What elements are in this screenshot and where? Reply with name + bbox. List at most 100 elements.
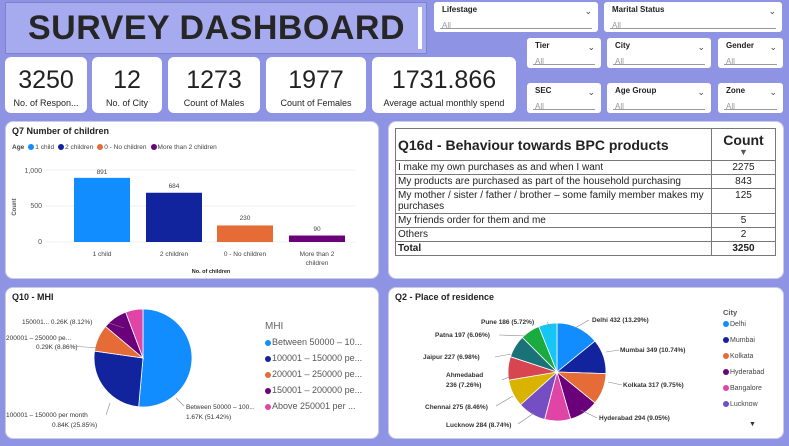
legend-dot-icon	[723, 369, 729, 376]
legend-item[interactable]: Bangalore	[723, 385, 762, 392]
x-tick-label: 0 - No children	[224, 251, 267, 258]
legend-item[interactable]: Between 50000 – 10...	[265, 337, 362, 347]
table-total-row: Total 3250	[395, 241, 776, 256]
kpi-card-monthly-spend: 1731.866 Average actual monthly spend	[372, 57, 516, 113]
kpi-value: 1977	[288, 66, 344, 94]
bar[interactable]	[289, 235, 345, 242]
chevron-down-icon[interactable]: ⌄	[587, 87, 595, 98]
table-row: My mother / sister / father / brother – …	[395, 188, 776, 214]
kpi-value: 3250	[18, 66, 74, 94]
slicer-underline	[724, 109, 777, 110]
slicer-underline	[724, 64, 777, 65]
slicer-label: City	[615, 41, 631, 50]
y-tick-label: 500	[30, 203, 42, 210]
legend-item[interactable]: Kolkata	[723, 353, 753, 360]
legend-dot-icon	[265, 355, 271, 362]
legend-dot-icon	[723, 321, 729, 328]
slicer-label: Marital Status	[612, 5, 665, 14]
legend-dot-icon	[265, 339, 271, 346]
table-row: My products are purchased as part of the…	[395, 174, 776, 189]
chevron-down-icon[interactable]: ⌄	[769, 42, 777, 53]
tier-slicer[interactable]: Tier ⌄ All	[527, 38, 601, 68]
legend-label: Hyderabad	[730, 369, 765, 376]
slicer-label: Lifestage	[442, 5, 478, 14]
legend-item[interactable]: 150001 – 200000 pe...	[265, 385, 362, 395]
legend-item[interactable]: Delhi	[723, 321, 746, 328]
pie-data-label: Ahmedabad	[446, 372, 483, 379]
pie-data-label: 200001 – 250000 pe...	[6, 335, 71, 342]
data-label: 90	[313, 226, 321, 233]
slicer-underline	[533, 64, 595, 65]
q2-residence-pie-card: Q2 - Place of residence Pune 186 (5.72%)…	[388, 287, 784, 439]
legend-item[interactable]: Above 250001 per ...	[265, 401, 356, 411]
table-row: I make my own purchases as and when I wa…	[395, 160, 776, 175]
count-column-header[interactable]: Count ▼	[711, 128, 776, 161]
q10-mhi-pie-card: Q10 - MHI 150001... 0.26K (8.12%) 200001…	[5, 287, 379, 439]
pie-data-label: 0.84K (25.85%)	[52, 422, 97, 429]
chevron-down-icon[interactable]: ⌄	[587, 42, 595, 53]
legend-item[interactable]: 200001 – 250000 pe...	[265, 369, 362, 379]
legend-item[interactable]: Lucknow	[723, 401, 758, 408]
chevron-down-icon[interactable]: ⌄	[697, 87, 705, 98]
q16d-table-card: Q16d - Behaviour towards BPC products Co…	[388, 121, 784, 279]
bar[interactable]	[74, 177, 130, 242]
gender-slicer[interactable]: Gender ⌄ All	[718, 38, 783, 68]
legend-item[interactable]: 100001 – 150000 pe...	[265, 353, 362, 363]
marital-status-slicer[interactable]: Marital Status ⌄ All	[604, 2, 782, 32]
pie-data-label: Between 50000 – 100...	[186, 404, 255, 411]
lifestage-slicer[interactable]: Lifestage ⌄ All	[434, 2, 598, 32]
kpi-caption: Count of Females	[280, 98, 352, 108]
slicer-label: Age Group	[615, 86, 657, 95]
zone-slicer[interactable]: Zone ⌄ All	[718, 83, 783, 113]
pie-data-label: Patna 197 (6.06%)	[435, 332, 490, 339]
x-tick-label: children	[306, 260, 329, 267]
pie-data-label: Mumbai 349 (10.74%)	[620, 347, 685, 354]
bar[interactable]	[146, 192, 202, 242]
table-cell: My mother / sister / father / brother – …	[395, 188, 712, 214]
table-cell: 2	[711, 227, 776, 242]
city-slicer[interactable]: City ⌄ All	[607, 38, 711, 68]
chevron-down-icon[interactable]: ⌄	[697, 42, 705, 53]
legend-label: Mumbai	[730, 337, 755, 344]
data-label: 891	[97, 169, 108, 176]
pie-data-label: 1.67K (51.42%)	[186, 414, 231, 421]
chevron-down-icon[interactable]: ⌄	[584, 6, 592, 17]
legend-item[interactable]: Hyderabad	[723, 369, 764, 376]
chevron-down-icon[interactable]: ⌄	[768, 6, 776, 17]
slicer-label: Gender	[726, 41, 755, 50]
legend-label: Delhi	[730, 321, 746, 328]
kpi-card-males: 1273 Count of Males	[168, 57, 260, 113]
legend-title: City	[723, 308, 738, 317]
pie-slice[interactable]	[138, 308, 193, 408]
q7-bar-chart: 1,000 500 0 Count 1 child 2 children 0 -…	[12, 168, 356, 275]
slicer-label: Zone	[726, 86, 746, 95]
legend-scroll-down-icon[interactable]: ▼	[749, 421, 756, 428]
table-row: My friends order for them and me 5	[395, 213, 776, 228]
dashboard-title-box: SURVEY DASHBOARD	[5, 2, 427, 54]
y-axis-label: Count	[12, 198, 18, 215]
sort-desc-icon[interactable]: ▼	[714, 148, 773, 157]
slicer-underline	[613, 109, 705, 110]
pie-data-label: 150001... 0.26K (8.12%)	[22, 319, 92, 326]
pie-slice[interactable]	[93, 350, 144, 408]
legend-item[interactable]: Mumbai	[723, 337, 755, 344]
sec-slicer[interactable]: SEC ⌄ All	[527, 83, 601, 113]
kpi-caption: Average actual monthly spend	[383, 98, 505, 108]
bar[interactable]	[217, 225, 273, 242]
legend-dot-icon	[723, 385, 729, 392]
kpi-card-females: 1977 Count of Females	[266, 57, 366, 113]
table-row: Others 2	[395, 227, 776, 242]
table-cell: My friends order for them and me	[395, 213, 712, 228]
pie-data-label: Kolkata 317 (9.75%)	[623, 382, 684, 389]
slicer-label: SEC	[535, 86, 552, 95]
age-group-slicer[interactable]: Age Group ⌄ All	[607, 83, 711, 113]
kpi-caption: No. of Respon...	[13, 98, 79, 108]
chevron-down-icon[interactable]: ⌄	[769, 87, 777, 98]
legend-dot-icon	[265, 371, 271, 378]
pie-data-label: Lucknow 284 (8.74%)	[446, 422, 511, 429]
kpi-value: 12	[113, 66, 141, 94]
table-cell: Total	[395, 241, 712, 256]
slicer-underline	[610, 28, 776, 29]
pie-data-label: 236 (7.26%)	[446, 382, 481, 389]
y-tick-label: 1,000	[24, 168, 42, 175]
